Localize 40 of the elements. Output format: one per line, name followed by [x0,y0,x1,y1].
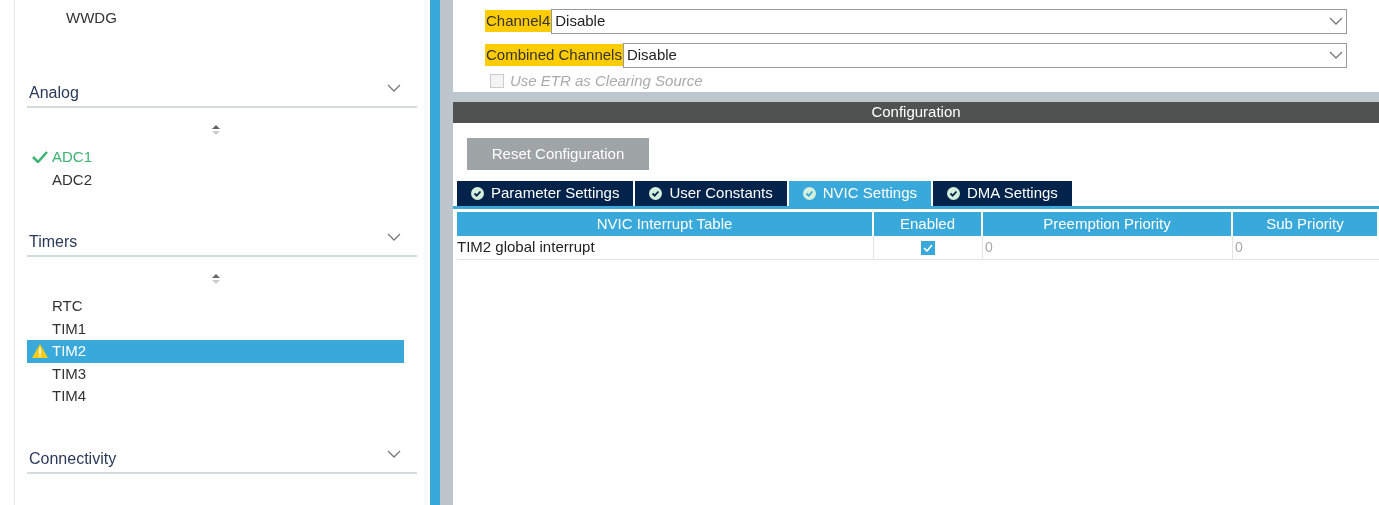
peripheral-item[interactable]: ADC2 [27,168,404,191]
peripheral-item[interactable]: TIM4 [27,385,404,408]
chevron-icon[interactable] [387,84,401,92]
tab[interactable]: Parameter Settings [457,181,634,206]
check-icon [31,151,48,164]
peripheral-item[interactable]: RTC [27,295,404,318]
checkbox-label: Use ETR as Clearing Source [510,70,703,91]
check-circle-icon [802,187,816,200]
table-cell: 0 [983,236,1233,260]
chevron-icon[interactable] [1329,17,1343,25]
column-header: NVIC Interrupt Table [457,212,874,236]
category-header[interactable]: Connectivity [27,435,417,474]
check-circle-icon [649,187,663,200]
table-cell: 0 [1233,236,1379,260]
peripheral-item[interactable]: WWDG [41,7,417,30]
section-title-bar: Configuration [453,102,1379,123]
peripheral-item[interactable]: TIM3 [27,362,404,385]
category-header[interactable]: Timers [27,219,417,257]
chevron-icon[interactable] [1329,51,1343,59]
column-header: Sub Priority [1233,212,1379,236]
scroll-arrows-icon[interactable] [210,273,221,285]
tab[interactable]: User Constants [635,181,787,206]
check-circle-icon [947,187,960,200]
tab[interactable]: DMA Settings [933,181,1072,206]
field-label: Combined Channels [485,44,623,66]
chevron-icon[interactable] [387,449,401,458]
chevron-icon[interactable] [387,233,401,241]
field-label: Channel4 [485,10,552,32]
dropdown[interactable]: Disable [622,42,1347,68]
warning-icon [31,344,48,359]
column-header: Preemption Priority [983,212,1233,236]
column-header: Enabled [874,212,983,236]
check-circle-icon [471,187,484,200]
table-cell: TIM2 global interrupt [457,236,874,260]
peripheral-item[interactable]: TIM1 [27,317,404,340]
checkbox[interactable] [921,240,935,255]
dropdown[interactable]: Disable [551,8,1347,34]
category-header[interactable]: Analog [27,70,417,108]
scrollbar-track[interactable] [440,0,453,505]
scroll-arrows-icon[interactable] [210,124,221,136]
